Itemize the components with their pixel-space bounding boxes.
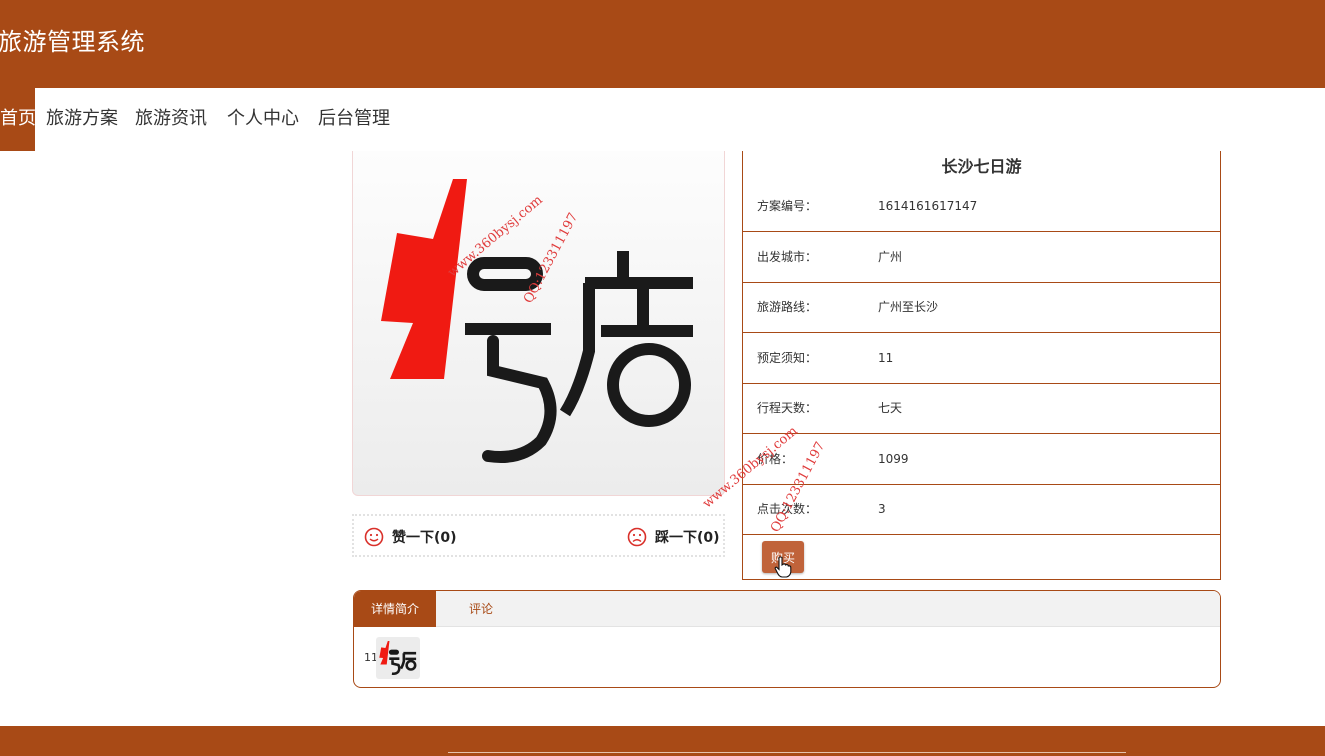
- hand-pointer-icon: [774, 556, 792, 578]
- info-value: 广州至长沙: [878, 300, 939, 314]
- tab-details[interactable]: 详情简介: [354, 591, 436, 627]
- nav-item-home[interactable]: 首页: [0, 88, 36, 151]
- vote-box: 赞一下(0) 踩一下(0): [352, 514, 725, 557]
- info-row-click-count: 点击次数： 3: [743, 484, 1220, 535]
- nav-item-travel-plans[interactable]: 旅游方案: [46, 88, 118, 151]
- info-value: 11: [878, 351, 894, 365]
- site-title: 旅游管理系统: [0, 28, 145, 56]
- footer-divider: [448, 752, 1126, 753]
- info-value: 1099: [878, 452, 909, 466]
- tab-comments[interactable]: 评论: [454, 591, 508, 627]
- info-row-route: 旅游路线： 广州至长沙: [743, 282, 1220, 333]
- info-value: 1614161617147: [878, 199, 978, 213]
- site-header: 旅游管理系统: [0, 0, 1325, 88]
- info-label: 预定须知：: [757, 351, 818, 365]
- like-button[interactable]: 赞一下(0): [364, 526, 457, 548]
- site-footer: [0, 726, 1325, 756]
- store-logo-thumbnail: [379, 640, 417, 676]
- info-label: 出发城市：: [757, 250, 818, 264]
- detail-image: [376, 637, 420, 679]
- smile-face-icon: [364, 527, 384, 547]
- info-value: 广州: [878, 250, 903, 264]
- info-value: 七天: [878, 401, 903, 415]
- info-row-departure-city: 出发城市： 广州: [743, 232, 1220, 283]
- frown-face-icon: [627, 527, 647, 547]
- info-row-booking-notes: 预定须知： 11: [743, 333, 1220, 384]
- tab-content: 11: [354, 627, 1220, 687]
- info-row-plan-id: 方案编号： 1614161617147: [743, 181, 1220, 232]
- info-row-days: 行程天数： 七天: [743, 383, 1220, 434]
- nav-item-travel-news[interactable]: 旅游资讯: [135, 88, 207, 151]
- info-label: 旅游路线：: [757, 300, 818, 314]
- nav-item-personal-center[interactable]: 个人中心: [227, 88, 299, 151]
- like-label: 赞一下(0): [392, 530, 457, 546]
- dislike-label: 踩一下(0): [655, 530, 720, 546]
- product-title: 长沙七日游: [941, 157, 1022, 176]
- product-image: www.360bysj.com QQ:123311197: [352, 151, 725, 496]
- dislike-button[interactable]: 踩一下(0): [627, 526, 720, 548]
- info-label: 方案编号：: [757, 199, 818, 213]
- nav-item-admin[interactable]: 后台管理: [318, 88, 390, 151]
- info-value: 3: [878, 502, 886, 516]
- main-nav: 首页 旅游方案 旅游资讯 个人中心 后台管理: [0, 88, 1325, 151]
- product-info-panel: 长沙七日游 方案编号： 1614161617147 出发城市： 广州 旅游路线：…: [742, 151, 1221, 580]
- tab-bar: 详情简介 评论: [354, 591, 1220, 627]
- detail-tabs: 详情简介 评论 11: [353, 590, 1221, 688]
